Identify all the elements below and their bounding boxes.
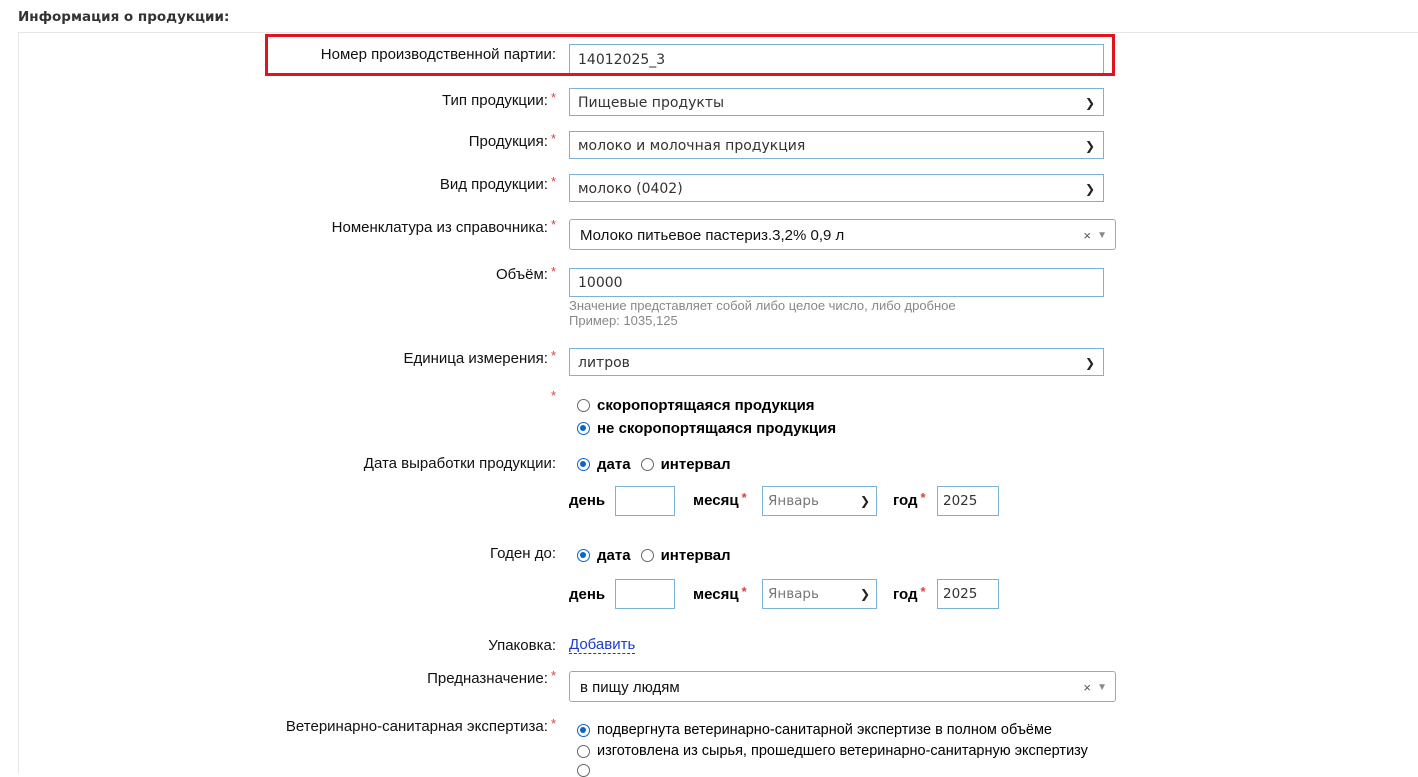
clear-icon[interactable]: × <box>1083 220 1091 251</box>
mode-interval-label[interactable]: интервал <box>661 456 731 473</box>
volume-label: Объём: * <box>495 264 556 283</box>
year-input[interactable]: 2025 <box>937 579 999 609</box>
product-label: Продукция: * <box>468 131 556 150</box>
chevron-down-icon: ❯ <box>859 587 870 601</box>
month-label: месяц * <box>693 490 747 509</box>
dropdown-arrow-icon: ▼ <box>1097 230 1107 241</box>
month-label: месяц * <box>693 584 747 603</box>
year-input[interactable]: 2025 <box>937 486 999 516</box>
radio-button[interactable] <box>640 549 654 562</box>
radio-vet-next[interactable] <box>577 764 597 777</box>
product-kind-select[interactable]: молоко (0402) ❯ <box>569 174 1104 202</box>
radio-button[interactable] <box>577 458 590 471</box>
unit-label: Единица измерения: * <box>403 348 556 367</box>
product-select[interactable]: молоко и молочная продукция ❯ <box>569 131 1104 159</box>
mode-date-label[interactable]: дата <box>597 547 631 564</box>
volume-hint: Значение представляет собой либо целое ч… <box>569 298 956 313</box>
production-date-mode: дата интервал <box>577 456 731 473</box>
volume-example: Пример: 1035,125 <box>569 313 678 328</box>
radio-button[interactable] <box>640 458 654 471</box>
highlight-box <box>265 34 1115 76</box>
radio-button[interactable] <box>577 422 590 435</box>
nomenclature-select[interactable]: Молоко питьевое пастериз.3,2% 0,9 л × ▼ <box>569 219 1116 250</box>
chevron-down-icon: ❯ <box>1084 139 1095 153</box>
mode-date-label[interactable]: дата <box>597 456 631 473</box>
purpose-select[interactable]: в пищу людям × ▼ <box>569 671 1116 702</box>
radio-button[interactable] <box>577 399 590 412</box>
product-type-label: Тип продукции: * <box>441 90 556 109</box>
radio-vet-full[interactable]: подвергнута ветеринарно-санитарной экспе… <box>577 722 1052 738</box>
volume-input[interactable]: 10000 <box>569 268 1104 297</box>
production-date-label: Дата выработки продукции: <box>363 455 556 472</box>
nomenclature-label: Номенклатура из справочника: * <box>331 217 556 236</box>
add-packaging-link[interactable]: Добавить <box>569 637 636 654</box>
chevron-down-icon: ❯ <box>859 494 870 508</box>
mode-interval-label[interactable]: интервал <box>661 547 731 564</box>
radio-non-perishable[interactable]: не скоропортящаяся продукция <box>577 420 836 437</box>
radio-button[interactable] <box>577 723 590 737</box>
chevron-down-icon: ❯ <box>1084 356 1095 370</box>
radio-button[interactable] <box>577 744 590 758</box>
expiry-date-mode: дата интервал <box>577 547 731 564</box>
chevron-down-icon: ❯ <box>1084 96 1095 110</box>
radio-perishable[interactable]: скоропортящаяся продукция <box>577 397 815 414</box>
radio-vet-raw[interactable]: изготовлена из сырья, прошедшего ветерин… <box>577 743 1088 759</box>
dropdown-arrow-icon: ▼ <box>1097 682 1107 693</box>
month-select[interactable]: Январь ❯ <box>762 579 877 609</box>
day-label: день <box>569 492 606 509</box>
perishable-label: * <box>550 388 556 403</box>
month-select[interactable]: Январь ❯ <box>762 486 877 516</box>
day-label: день <box>569 586 606 603</box>
purpose-label: Предназначение: * <box>427 668 556 687</box>
radio-button[interactable] <box>577 549 590 562</box>
unit-select[interactable]: литров ❯ <box>569 348 1104 376</box>
section-title: Информация о продукции: <box>18 9 230 25</box>
packaging-label: Упаковка: <box>488 637 556 654</box>
year-label: год * <box>893 490 926 509</box>
day-input[interactable] <box>615 486 675 516</box>
product-type-select[interactable]: Пищевые продукты ❯ <box>569 88 1104 116</box>
vet-expertise-label: Ветеринарно-санитарная экспертиза: * <box>285 716 556 735</box>
clear-icon[interactable]: × <box>1083 672 1091 703</box>
radio-button[interactable] <box>577 764 590 777</box>
expiry-date-label: Годен до: <box>490 545 556 562</box>
year-label: год * <box>893 584 926 603</box>
day-input[interactable] <box>615 579 675 609</box>
product-kind-label: Вид продукции: * <box>439 174 556 193</box>
chevron-down-icon: ❯ <box>1084 182 1095 196</box>
